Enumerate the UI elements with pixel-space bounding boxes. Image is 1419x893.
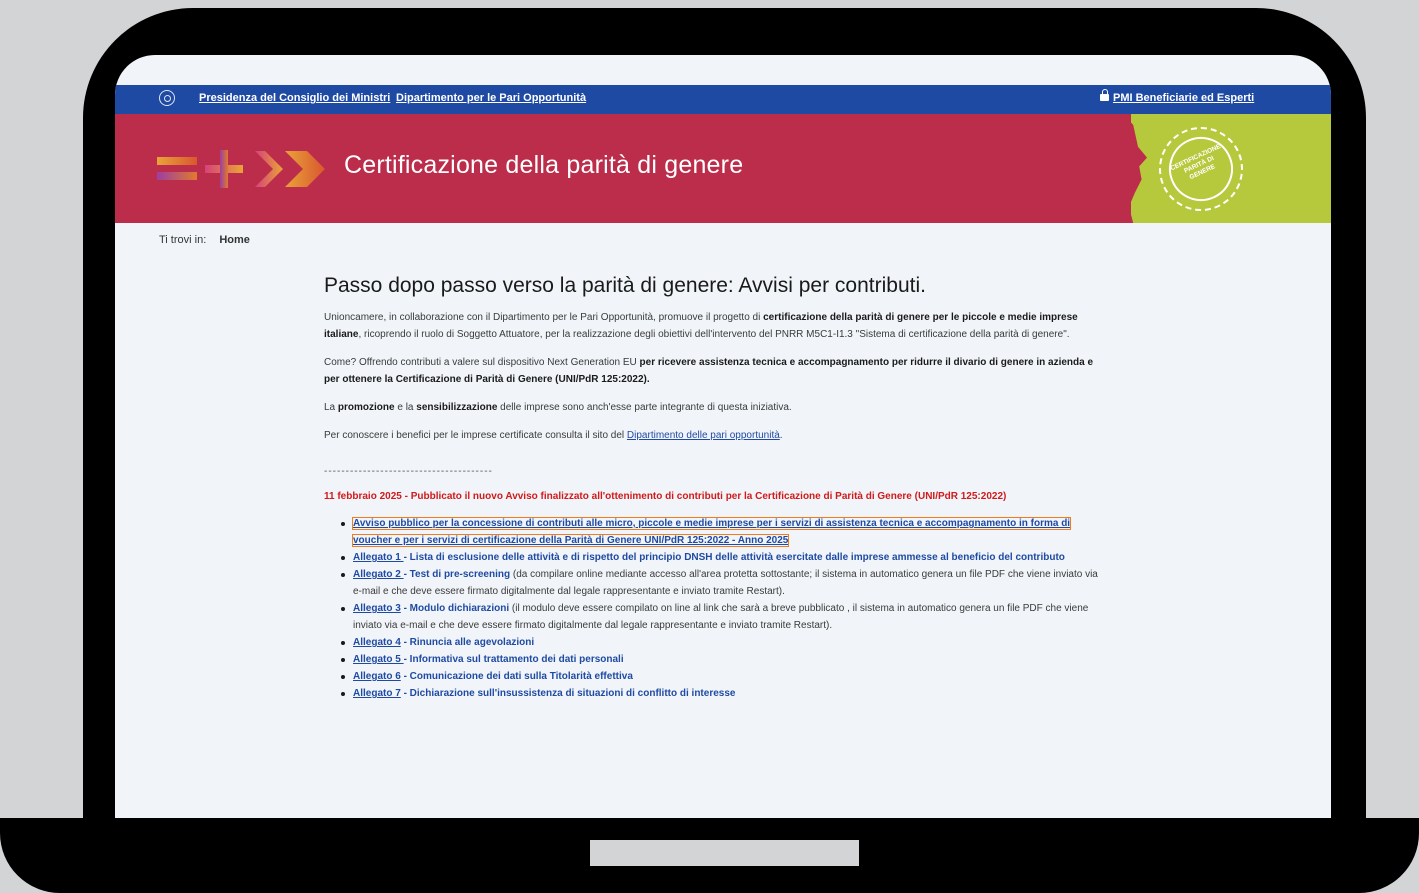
breadcrumb: Ti trovi in: Home — [159, 234, 250, 246]
allegato-2-link[interactable]: Allegato 2 — [353, 569, 404, 580]
breadcrumb-label: Ti trovi in: — [159, 234, 207, 246]
header-banner: Certificazione della parità di genere CE… — [115, 114, 1331, 223]
certification-seal-icon: CERTIFICAZIONE PARITÀ DI GENERE — [1158, 126, 1244, 212]
pmi-login-label: PMI Beneficiarie ed Esperti — [1113, 92, 1255, 104]
laptop-screen: Presidenza del Consiglio dei Ministri Di… — [115, 55, 1331, 818]
documents-list: Avviso pubblico per la concessione di co… — [324, 515, 1104, 702]
main-content: Passo dopo passo verso la parità di gene… — [324, 273, 1104, 702]
dipartimento-link[interactable]: Dipartimento per le Pari Opportunità — [396, 92, 586, 104]
notice-headline: 11 febbraio 2025 - Pubblicato il nuovo A… — [324, 491, 1007, 502]
presidenza-link[interactable]: Presidenza del Consiglio dei Ministri — [199, 92, 390, 104]
list-item: Allegato 2 - Test di pre-screening (da c… — [341, 566, 1104, 600]
page-title: Passo dopo passo verso la parità di gene… — [324, 274, 926, 297]
avviso-pubblico-link[interactable]: Avviso pubblico per la concessione di co… — [351, 517, 1072, 547]
lock-icon — [1100, 89, 1109, 101]
pmi-login-link[interactable]: PMI Beneficiarie ed Esperti — [1100, 89, 1255, 104]
divider: --------------------------------------- — [324, 466, 493, 477]
list-item: Allegato 7 - Dichiarazione sull'insussis… — [341, 685, 1104, 702]
how-paragraph: Come? Offrendo contributi a valere sul d… — [324, 357, 1094, 385]
government-emblem-icon — [159, 90, 175, 106]
allegato-1-link[interactable]: Allegato 1 — [353, 552, 404, 563]
list-item: Avviso pubblico per la concessione di co… — [341, 515, 1104, 549]
allegato-4-link[interactable]: Allegato 4 — [353, 637, 401, 648]
top-bar: Presidenza del Consiglio dei Ministri Di… — [115, 85, 1331, 114]
allegato-7-link[interactable]: Allegato 7 — [353, 688, 401, 699]
list-item: Allegato 6 - Comunicazione dei dati sull… — [341, 668, 1104, 685]
list-item: Allegato 5 - Informativa sul trattamento… — [341, 651, 1104, 668]
equality-logo-icon[interactable] — [157, 150, 327, 188]
site-title[interactable]: Certificazione della parità di genere — [344, 151, 743, 180]
intro-paragraph: Unioncamere, in collaborazione con il Di… — [324, 312, 1078, 340]
breadcrumb-home[interactable]: Home — [219, 234, 250, 246]
list-item: Allegato 3 - Modulo dichiarazioni (il mo… — [341, 600, 1104, 634]
allegato-5-link[interactable]: Allegato 5 — [353, 654, 404, 665]
list-item: Allegato 1 - Lista di esclusione delle a… — [341, 549, 1104, 566]
promotion-paragraph: La promozione e la sensibilizzazione del… — [324, 402, 792, 413]
allegato-6-link[interactable]: Allegato 6 — [353, 671, 401, 682]
benefits-paragraph: Per conoscere i benefici per le imprese … — [324, 430, 783, 441]
dipartimento-pari-opportunita-link[interactable]: Dipartimento delle pari opportunità — [627, 430, 780, 441]
list-item: Allegato 4 - Rinuncia alle agevolazioni — [341, 634, 1104, 651]
allegato-3-link[interactable]: Allegato 3 — [353, 603, 401, 614]
laptop-trackpad — [590, 840, 859, 866]
